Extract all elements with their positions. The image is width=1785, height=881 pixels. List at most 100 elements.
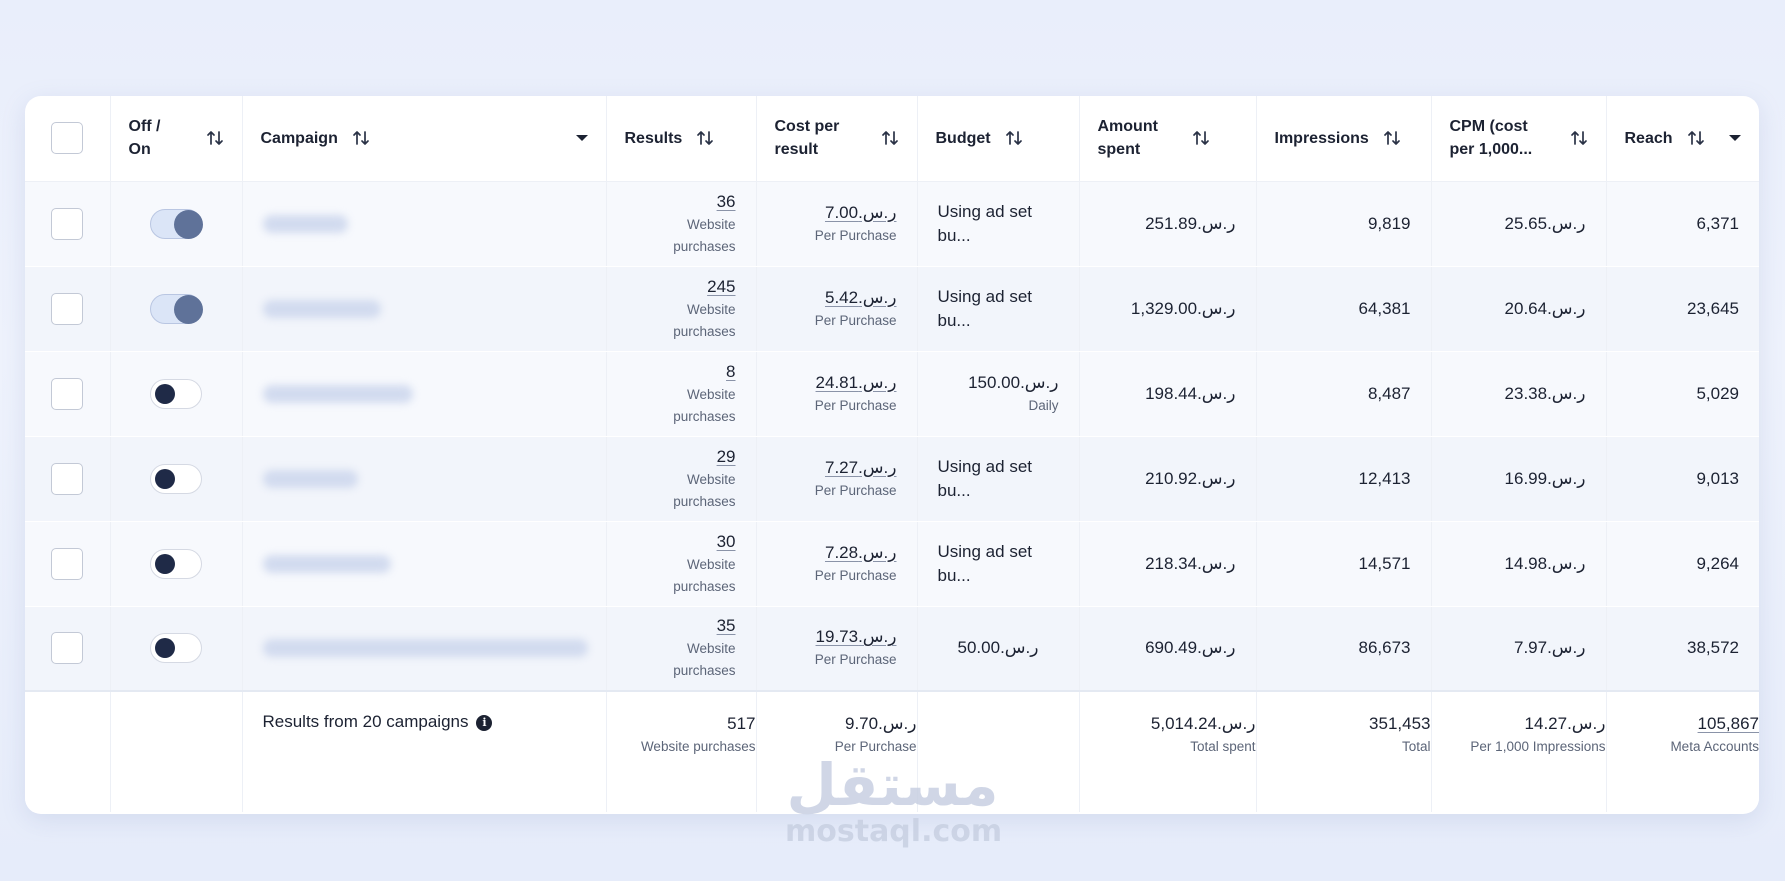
sort-icon[interactable] (881, 130, 899, 146)
totals-cpm-sub: Per 1,000 Impressions (1470, 739, 1606, 754)
row-checkbox[interactable] (51, 377, 84, 410)
campaign-toggle[interactable] (150, 378, 202, 409)
budget-value: ر.س.150.00 (968, 372, 1059, 392)
header-amount-spent[interactable]: Amount spent (1079, 96, 1257, 182)
sort-icon[interactable] (1687, 130, 1705, 146)
impressions-value: 9,819 (1367, 213, 1411, 233)
results-sub: Website purchases (673, 641, 736, 679)
toggle-knob (155, 638, 175, 659)
campaign-name-redacted[interactable] (262, 384, 413, 403)
caret-down-icon[interactable] (1729, 135, 1741, 142)
header-campaign[interactable]: Campaign (242, 96, 607, 182)
header-results[interactable]: Results (606, 96, 757, 182)
totals-impressions-sub: Total (1401, 739, 1431, 754)
spent-value: ر.س.690.49 (1145, 638, 1236, 658)
budget-value: Using ad set bu... (937, 286, 1033, 330)
header-select-all[interactable] (25, 96, 111, 182)
campaign-name-redacted[interactable] (262, 299, 381, 318)
caret-down-icon[interactable] (575, 135, 588, 142)
campaign-toggle[interactable] (150, 208, 203, 239)
reach-value: 9,013 (1696, 468, 1739, 488)
campaigns-table: Off / On Campaign Results Cost per resul… (25, 96, 1759, 812)
cost-value[interactable]: ر.س.19.73 (777, 625, 897, 649)
header-reach-label: Reach (1624, 129, 1673, 147)
cost-value[interactable]: ر.س.7.28 (777, 541, 897, 565)
cpm-value: ر.س.23.38 (1504, 383, 1586, 403)
results-value[interactable]: 36 (627, 190, 736, 214)
campaign-name-redacted[interactable] (262, 639, 588, 658)
row-checkbox[interactable] (51, 462, 84, 495)
table-row[interactable]: 35 Website purchases ر.س.19.73 Per Purchase… (25, 606, 1759, 692)
campaign-name-redacted[interactable] (262, 469, 358, 488)
totals-spent-sub: Total spent (1190, 739, 1256, 754)
table-row[interactable]: 245 Website purchases ر.س.5.42 Per Purchase… (25, 266, 1759, 352)
results-value[interactable]: 30 (627, 530, 736, 554)
results-sub: Website purchases (673, 556, 736, 594)
cost-value[interactable]: ر.س.7.27 (777, 456, 897, 480)
toggle-knob (155, 383, 175, 404)
spent-value: ر.س.1,329.00 (1130, 298, 1236, 318)
campaign-toggle[interactable] (150, 463, 202, 494)
cost-value[interactable]: ر.س.24.81 (777, 371, 897, 395)
sort-icon[interactable] (1570, 130, 1588, 146)
sort-icon[interactable] (206, 130, 224, 146)
impressions-value: 12,413 (1358, 468, 1411, 488)
watermark-url: mostaql.com (785, 814, 1003, 849)
row-checkbox[interactable] (51, 632, 84, 665)
cpm-value: ر.س.16.99 (1504, 468, 1586, 488)
table-row[interactable]: 36 Website purchases ر.س.7.00 Per Purchase U… (25, 181, 1759, 267)
toggle-knob (155, 468, 175, 489)
totals-label-cell: Results from 20 campaigns i (242, 690, 607, 812)
totals-label: Results from 20 campaigns (262, 712, 469, 731)
results-value[interactable]: 29 (627, 445, 736, 469)
cost-value[interactable]: ر.س.7.00 (777, 201, 897, 225)
campaign-toggle[interactable] (150, 548, 202, 579)
sort-icon[interactable] (1005, 130, 1023, 146)
header-cpm[interactable]: CPM (cost per 1,000... (1431, 96, 1607, 182)
header-cost-per-result-label: Cost per result (774, 118, 840, 159)
table-row[interactable]: 8 Website purchases ر.س.24.81 Per Purchase ر… (25, 351, 1759, 437)
totals-results-sub: Website purchases (640, 739, 756, 754)
row-checkbox[interactable] (51, 547, 84, 580)
header-impressions-label: Impressions (1274, 129, 1369, 147)
campaign-toggle[interactable] (150, 633, 202, 664)
results-value[interactable]: 245 (627, 275, 735, 299)
header-reach[interactable]: Reach (1606, 96, 1759, 182)
sort-icon[interactable] (1383, 130, 1401, 146)
row-checkbox[interactable] (51, 292, 84, 325)
table-row[interactable]: 30 Website purchases ر.س.7.28 Per Purchase U… (25, 521, 1759, 607)
sort-icon[interactable] (696, 130, 714, 146)
reach-value: 6,371 (1696, 213, 1739, 233)
results-value[interactable]: 8 (627, 360, 735, 384)
totals-reach[interactable]: 105,867 (1607, 712, 1759, 736)
spent-value: ر.س.210.92 (1145, 468, 1236, 488)
campaign-name-redacted[interactable] (262, 554, 391, 573)
cost-sub: Per Purchase (814, 567, 897, 583)
header-amount-spent-label: Amount spent (1097, 118, 1158, 159)
totals-spent: ر.س.5,014.24 (1150, 714, 1256, 733)
header-results-label: Results (624, 129, 683, 147)
totals-cpm: ر.س.14.27 (1524, 714, 1606, 733)
impressions-value: 14,571 (1358, 553, 1411, 573)
info-icon[interactable]: i (476, 715, 493, 731)
sort-icon[interactable] (352, 130, 370, 146)
results-value[interactable]: 35 (627, 614, 736, 638)
cost-value[interactable]: ر.س.5.42 (777, 286, 897, 310)
header-budget-label: Budget (935, 129, 991, 147)
sort-icon[interactable] (1192, 130, 1210, 146)
table-row[interactable]: 29 Website purchases ر.س.7.27 Per Purchase U… (25, 436, 1759, 522)
header-budget[interactable]: Budget (917, 96, 1080, 182)
row-checkbox[interactable] (51, 207, 84, 240)
header-impressions[interactable]: Impressions (1256, 96, 1432, 182)
campaign-toggle[interactable] (150, 293, 203, 324)
cpm-value: ر.س.25.65 (1504, 213, 1586, 233)
header-off-on[interactable]: Off / On (110, 96, 243, 182)
totals-results: 517 (727, 714, 756, 733)
toggle-knob (174, 294, 203, 324)
campaign-name-redacted[interactable] (262, 214, 348, 233)
header-cost-per-result[interactable]: Cost per result (756, 96, 918, 182)
watermark: مستقل mostaql.com (785, 755, 1003, 849)
impressions-value: 86,673 (1358, 638, 1411, 658)
select-all-checkbox[interactable] (51, 122, 84, 155)
spent-value: ر.س.251.89 (1145, 213, 1236, 233)
